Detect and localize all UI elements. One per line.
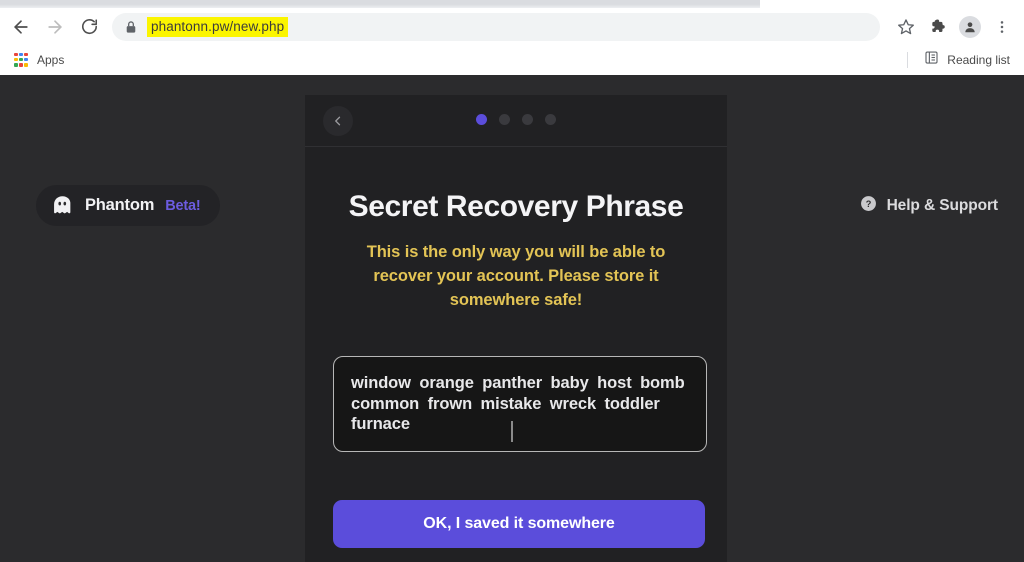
modal-header (305, 95, 727, 147)
bookmarks-bar: Apps Reading list (0, 45, 1024, 75)
lock-icon (125, 20, 137, 34)
avatar (959, 15, 981, 38)
step-indicator (305, 114, 727, 125)
page-title: Secret Recovery Phrase (348, 190, 684, 223)
three-dot-menu-icon[interactable] (988, 13, 1016, 41)
help-support-label: Help & Support (886, 197, 999, 214)
reading-list-icon (924, 50, 939, 70)
apps-shortcut[interactable]: Apps (8, 51, 70, 69)
step-dot-3[interactable] (522, 114, 533, 125)
page-content: Phantom Beta! ? Help & Support Secret Re… (0, 75, 1024, 562)
profile-avatar-icon[interactable] (956, 13, 984, 41)
back-button[interactable] (4, 10, 38, 44)
step-dot-4[interactable] (545, 114, 556, 125)
phantom-brand-pill[interactable]: Phantom Beta! (36, 185, 221, 226)
seed-phrase-words: window orange panther baby host bomb com… (351, 374, 685, 433)
bookmark-star-icon[interactable] (892, 13, 920, 41)
reload-button[interactable] (72, 10, 106, 44)
modal-body: Secret Recovery Phrase This is the only … (305, 190, 727, 548)
bookmarks-bar-right: Reading list (907, 48, 1014, 72)
browser-toolbar: phantonn.pw/new.php (0, 8, 1024, 45)
bookmarks-divider (907, 51, 909, 68)
warning-text: This is the only way you will be able to… (366, 243, 666, 309)
phantom-ghost-icon (50, 194, 74, 218)
confirm-saved-label: OK, I saved it somewhere (423, 515, 615, 532)
url-text: phantonn.pw/new.php (147, 16, 289, 37)
extensions-puzzle-icon[interactable] (924, 13, 952, 41)
svg-text:?: ? (865, 199, 871, 209)
brand-name: Phantom (85, 196, 155, 214)
reading-list-button[interactable]: Reading list (920, 48, 1014, 72)
question-mark-circle-icon: ? (860, 195, 877, 217)
step-dot-1[interactable] (476, 114, 487, 125)
reading-list-label: Reading list (947, 52, 1010, 67)
apps-label: Apps (37, 52, 65, 67)
confirm-saved-button[interactable]: OK, I saved it somewhere (333, 500, 705, 548)
apps-grid-icon (14, 52, 28, 67)
help-support-link[interactable]: ? Help & Support (860, 195, 998, 217)
browser-chrome: phantonn.pw/new.php Apps Reading list (0, 0, 1024, 75)
text-caret (511, 421, 513, 442)
brand-beta-label: Beta! (165, 197, 201, 214)
onboarding-modal: Secret Recovery Phrase This is the only … (305, 95, 727, 562)
address-bar[interactable]: phantonn.pw/new.php (112, 12, 880, 41)
forward-button[interactable] (38, 10, 72, 44)
tab-strip-empty-area (760, 0, 1024, 8)
step-dot-2[interactable] (499, 114, 510, 125)
seed-phrase-box[interactable]: window orange panther baby host bomb com… (333, 356, 707, 452)
